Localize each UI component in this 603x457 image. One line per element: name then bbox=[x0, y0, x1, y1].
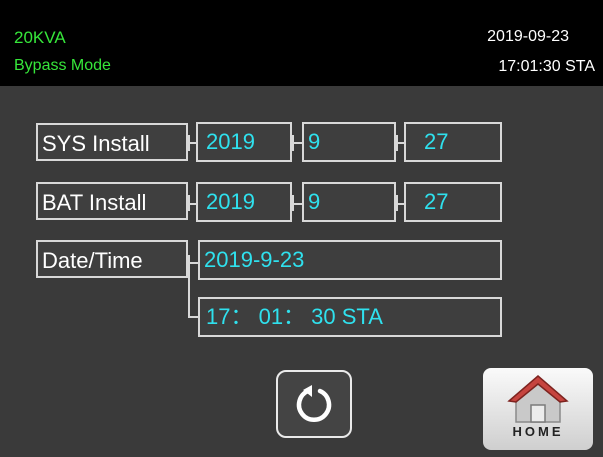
date-field[interactable]: 2019-9-23 bbox=[198, 240, 502, 280]
refresh-button[interactable] bbox=[276, 370, 352, 438]
connector bbox=[396, 195, 398, 211]
sys-install-year-field[interactable]: 2019 bbox=[196, 122, 292, 162]
bat-install-year-field[interactable]: 2019 bbox=[196, 182, 292, 222]
connector bbox=[292, 195, 294, 211]
bat-install-label: BAT Install bbox=[36, 182, 188, 220]
sys-install-month-field[interactable]: 9 bbox=[302, 122, 396, 162]
sys-install-day-field[interactable]: 27 bbox=[404, 122, 502, 162]
system-time: 17:01:30 STA bbox=[498, 58, 595, 75]
connector bbox=[188, 316, 198, 318]
home-label: HOME bbox=[512, 424, 564, 439]
bat-install-month-field[interactable]: 9 bbox=[302, 182, 396, 222]
bat-install-day-field[interactable]: 27 bbox=[404, 182, 502, 222]
house-icon bbox=[507, 375, 569, 423]
connector bbox=[396, 135, 398, 151]
ups-model: 20KVA bbox=[14, 28, 66, 47]
connector bbox=[188, 255, 190, 317]
status-header: 20KVA Bypass Mode 2019-09-23 17:01:30 ST… bbox=[0, 0, 603, 86]
connector bbox=[188, 135, 190, 151]
connector bbox=[292, 135, 294, 151]
date-time-label: Date/Time bbox=[36, 240, 188, 278]
operating-mode: Bypass Mode bbox=[14, 57, 111, 74]
home-button[interactable]: HOME bbox=[483, 368, 593, 450]
system-date: 2019-09-23 bbox=[487, 28, 569, 45]
connector bbox=[188, 195, 190, 211]
refresh-icon bbox=[296, 385, 332, 422]
time-field[interactable]: 17： 01： 30 STA bbox=[198, 297, 502, 337]
sys-install-label: SYS Install bbox=[36, 123, 188, 161]
